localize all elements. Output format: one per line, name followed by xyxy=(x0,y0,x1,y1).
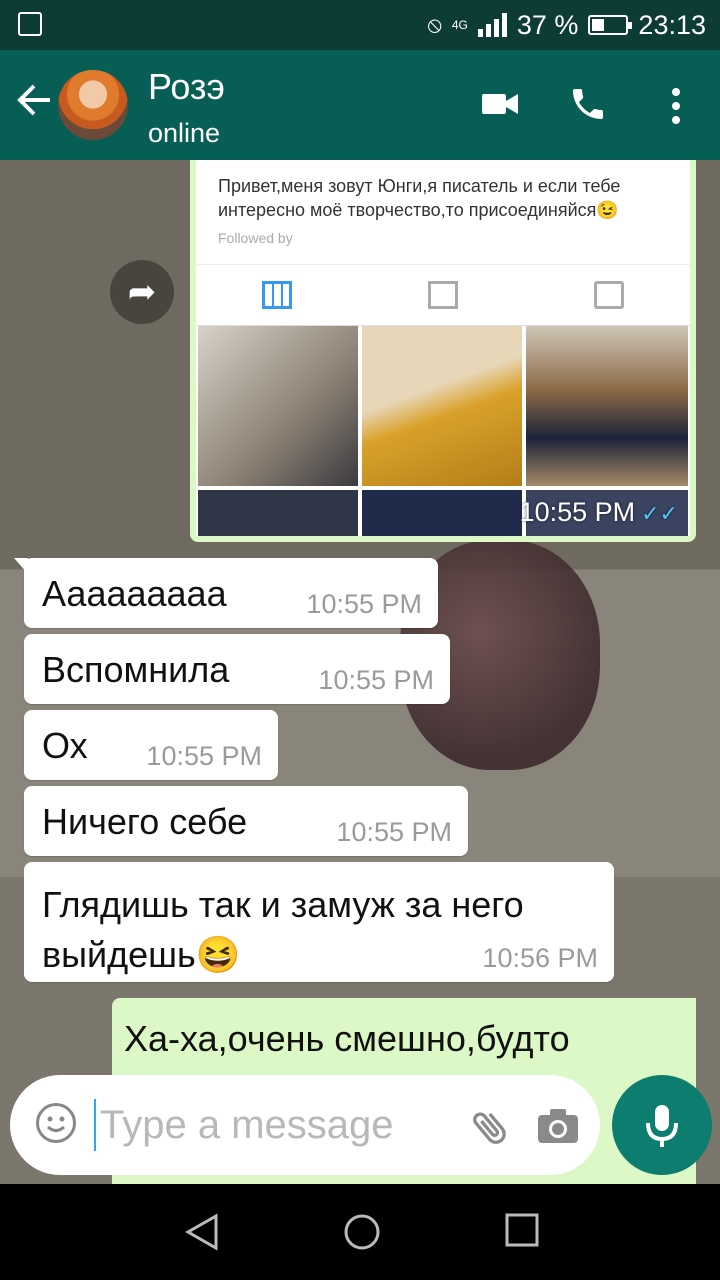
video-call-icon[interactable] xyxy=(480,88,520,125)
nav-back-icon[interactable] xyxy=(182,1212,222,1257)
back-arrow-icon[interactable] xyxy=(14,80,54,120)
grid-icon xyxy=(262,281,292,309)
message-time: 10:56 PM xyxy=(482,943,598,973)
status-bar: ⦸ 4G 37 % 23:13 xyxy=(0,0,720,50)
feed-icon xyxy=(428,281,458,309)
attach-icon[interactable] xyxy=(468,1105,512,1154)
more-menu-icon[interactable] xyxy=(670,86,682,131)
chat-header: Розэ online xyxy=(0,50,720,160)
mic-icon xyxy=(646,1105,678,1147)
image-message[interactable]: Привет,меня зовут Юнги,я писатель и если… xyxy=(190,160,696,542)
incoming-message[interactable]: Аааааааaa 10:55 PM xyxy=(14,558,438,628)
nav-recents-icon[interactable] xyxy=(504,1212,540,1253)
message-time: 10:55 PM xyxy=(318,665,434,695)
grid-photo xyxy=(526,326,688,486)
message-time: 10:55 PM xyxy=(336,817,452,847)
network-type: 4G xyxy=(451,18,468,32)
incoming-message[interactable]: Ох 10:55 PM xyxy=(24,710,278,780)
system-navigation-bar xyxy=(0,1184,720,1280)
grid-photo xyxy=(362,326,522,486)
battery-icon xyxy=(588,15,633,35)
avatar[interactable] xyxy=(58,70,128,140)
message-time: 10:55 PM xyxy=(306,589,422,619)
vibrate-icon: ⦸ xyxy=(427,12,442,37)
incoming-message[interactable]: Глядишь так и замуж за него выйдешь😆 10:… xyxy=(24,862,614,982)
gallery-notification-icon xyxy=(18,12,42,36)
camera-icon[interactable] xyxy=(536,1107,580,1150)
bubble-tail xyxy=(14,558,28,574)
grid-photo xyxy=(198,326,358,486)
message-time: 10:55 PM xyxy=(146,741,262,771)
nav-home-icon[interactable] xyxy=(342,1212,382,1257)
tagged-icon xyxy=(594,281,624,309)
profile-bio: Привет,меня зовут Юнги,я писатель и если… xyxy=(218,176,621,220)
message-text: Глядишь так и замуж за него выйдешь😆 xyxy=(42,884,524,975)
clock: 23:13 xyxy=(638,9,706,40)
grid-photo xyxy=(198,490,358,536)
image-message-time: 10:55 PM ✓✓ xyxy=(519,497,678,527)
battery-percent: 37 % xyxy=(516,9,579,40)
incoming-message[interactable]: Ничего себе 10:55 PM xyxy=(24,786,468,856)
contact-status: online xyxy=(148,118,221,148)
mic-button[interactable] xyxy=(612,1075,712,1175)
message-composer xyxy=(10,1075,600,1175)
contact-name[interactable]: Розэ xyxy=(148,66,225,108)
incoming-message[interactable]: Вспомнила 10:55 PM xyxy=(24,634,450,704)
forward-icon[interactable]: ➦ xyxy=(110,260,174,324)
emoji-icon[interactable] xyxy=(36,1103,76,1143)
message-text: Ох xyxy=(42,725,88,766)
read-ticks-icon: ✓✓ xyxy=(641,501,678,526)
message-input[interactable] xyxy=(94,1099,440,1151)
message-text: Аааааааaa xyxy=(42,573,227,614)
phone-icon[interactable] xyxy=(568,84,608,129)
message-text: Ха-ха,очень смешно,будто xyxy=(124,1018,570,1059)
chat-area[interactable]: ➦ Привет,меня зовут Юнги,я писатель и ес… xyxy=(0,160,720,1184)
shared-profile-screenshot[interactable]: Привет,меня зовут Юнги,я писатель и если… xyxy=(196,160,690,536)
message-text: Ничего себе xyxy=(42,801,248,842)
followed-by-label: Followed by xyxy=(218,230,293,246)
profile-tabs xyxy=(196,264,690,326)
grid-photo xyxy=(362,490,522,536)
signal-icon xyxy=(477,13,507,37)
message-text: Вспомнила xyxy=(42,649,230,690)
